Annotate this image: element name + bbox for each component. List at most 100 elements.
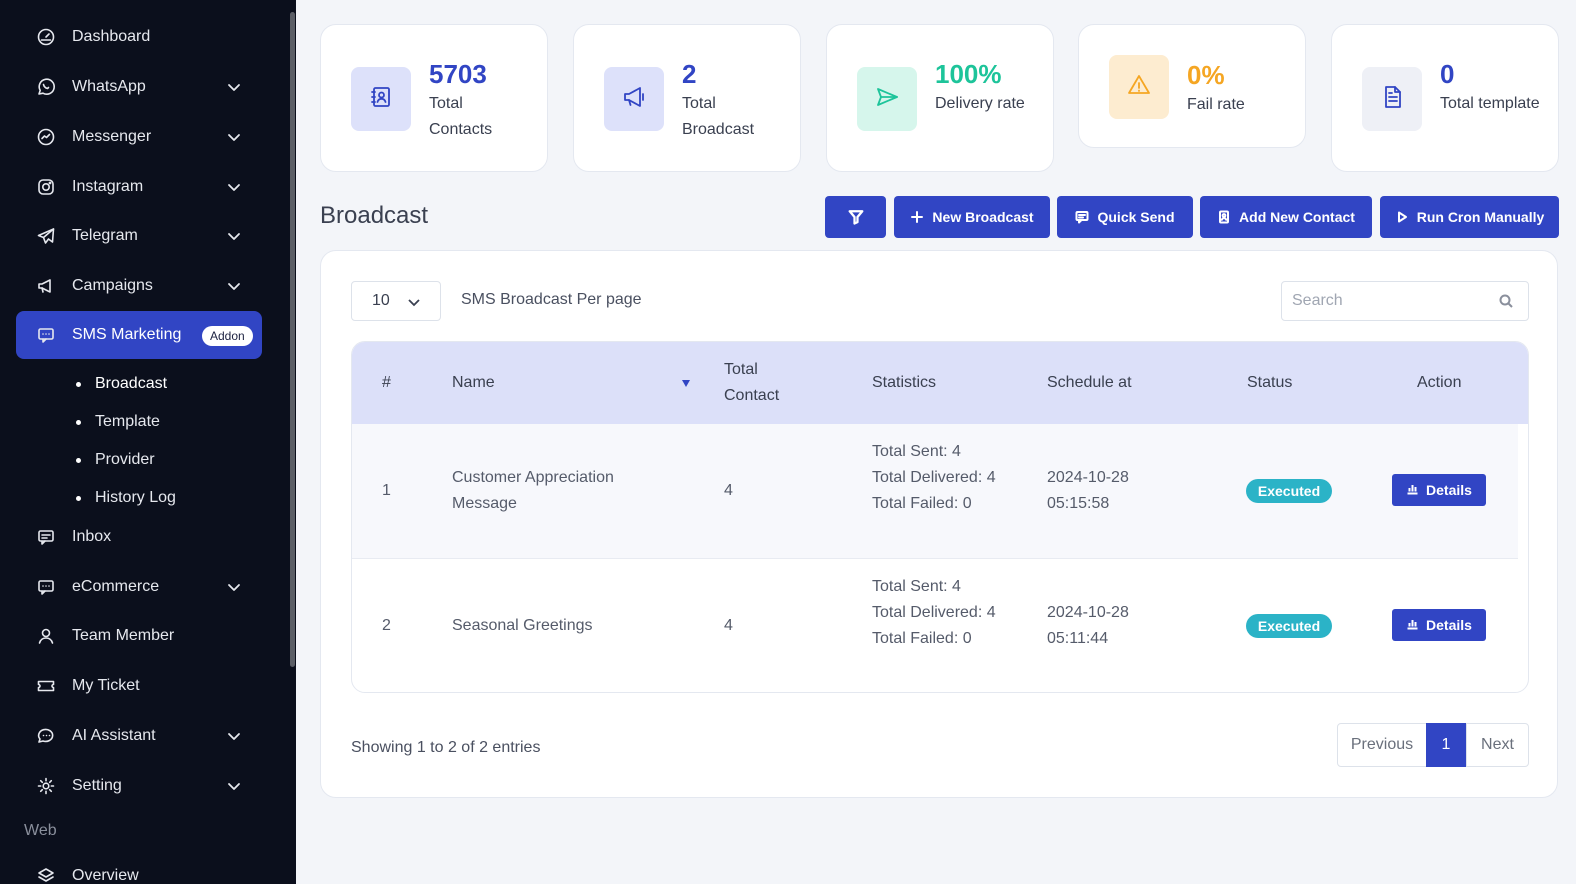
row-statistics: Total Sent: 4 Total Delivered: 4 Total F… — [872, 574, 1012, 652]
quick-send-button[interactable]: Quick Send — [1057, 196, 1193, 238]
plus-icon — [910, 210, 932, 224]
new-broadcast-button[interactable]: New Broadcast — [894, 196, 1050, 238]
megaphone-icon — [36, 276, 56, 296]
page-1-button[interactable]: 1 — [1426, 723, 1466, 767]
search-input[interactable] — [1281, 281, 1529, 321]
ai-chat-icon — [36, 726, 56, 746]
contact-book-icon — [1217, 210, 1239, 224]
warning-icon — [1125, 71, 1153, 104]
inbox-icon — [36, 527, 56, 547]
stat-sent: Total Sent: 4 — [872, 578, 961, 595]
chevron-down-icon — [226, 79, 242, 95]
per-page-label: SMS Broadcast Per page — [461, 291, 642, 308]
chevron-down-icon — [226, 728, 242, 744]
sidebar-subitem-broadcast[interactable]: Broadcast — [76, 375, 167, 393]
ecommerce-icon — [36, 577, 56, 597]
stat-card-delivery-rate: 100% Delivery rate — [826, 24, 1054, 172]
addon-badge: Addon — [202, 326, 253, 346]
chevron-down-icon — [226, 228, 242, 244]
stat-value: 0% — [1187, 60, 1225, 90]
chevron-down-icon — [226, 278, 242, 294]
stat-value: 100% — [935, 59, 1002, 89]
bullet-icon — [76, 419, 81, 425]
search-icon — [1499, 294, 1513, 308]
page-title: Broadcast — [320, 202, 429, 229]
column-header-status: Status — [1247, 374, 1293, 391]
sidebar: Dashboard WhatsApp Messenger Instagram T… — [0, 0, 296, 884]
sidebar-item-whatsapp[interactable]: WhatsApp — [16, 63, 262, 111]
stat-value: 5703 — [429, 59, 487, 89]
sidebar-item-setting[interactable]: Setting — [16, 762, 262, 810]
stat-icon-box — [857, 67, 917, 131]
user-icon — [36, 626, 56, 646]
sort-desc-icon[interactable] — [682, 380, 690, 387]
table-row: 2 Seasonal Greetings 4 Total Sent: 4 Tot… — [352, 558, 1518, 692]
column-header-name[interactable]: Name — [452, 370, 495, 396]
stat-icon-box — [351, 67, 411, 131]
column-header-statistics: Statistics — [872, 374, 937, 391]
details-button[interactable]: Details — [1392, 609, 1486, 641]
row-total-contact: 4 — [724, 482, 733, 499]
row-statistics: Total Sent: 4 Total Delivered: 4 Total F… — [872, 439, 1012, 517]
stat-sent: Total Sent: 4 — [872, 443, 961, 460]
filter-icon — [848, 209, 864, 225]
stat-delivered: Total Delivered: 4 — [872, 469, 996, 486]
chevron-down-icon — [226, 778, 242, 794]
column-header-schedule-at: Schedule at — [1047, 374, 1132, 391]
chevron-down-icon — [226, 179, 242, 195]
table-row: 1 Customer Appreciation Message 4 Total … — [352, 424, 1518, 558]
play-icon — [1395, 210, 1417, 224]
stat-failed: Total Failed: 0 — [872, 630, 972, 647]
bullet-icon — [76, 457, 81, 463]
sidebar-section-heading: Web — [24, 822, 57, 839]
sidebar-item-messenger[interactable]: Messenger — [16, 113, 262, 161]
sidebar-subitem-history-log[interactable]: History Log — [76, 489, 176, 507]
bar-chart-icon — [1406, 617, 1426, 633]
sidebar-item-campaigns[interactable]: Campaigns — [16, 262, 262, 310]
column-header-total-contact: Total Contact — [724, 361, 780, 404]
row-name: Seasonal Greetings — [452, 617, 593, 634]
stat-delivered: Total Delivered: 4 — [872, 604, 996, 621]
stat-failed: Total Failed: 0 — [872, 495, 972, 512]
stat-caption: Fail rate — [1187, 96, 1245, 113]
bar-chart-icon — [1406, 482, 1426, 498]
message-icon — [1075, 210, 1097, 224]
sidebar-scrollbar[interactable] — [290, 12, 295, 667]
sidebar-item-overview[interactable]: Overview — [16, 852, 262, 884]
sidebar-item-instagram[interactable]: Instagram — [16, 163, 262, 211]
sidebar-item-my-ticket[interactable]: My Ticket — [16, 662, 262, 710]
row-number: 2 — [382, 617, 391, 634]
sidebar-subitem-provider[interactable]: Provider — [76, 451, 155, 469]
next-page-button[interactable]: Next — [1466, 723, 1529, 767]
status-badge: Executed — [1246, 614, 1332, 638]
megaphone-icon — [620, 83, 648, 116]
details-button[interactable]: Details — [1392, 474, 1486, 506]
previous-page-button[interactable]: Previous — [1337, 723, 1427, 767]
sidebar-item-telegram[interactable]: Telegram — [16, 212, 262, 260]
row-schedule: 2024-10-28 05:15:58 — [1047, 469, 1129, 512]
gear-icon — [36, 776, 56, 796]
run-cron-manually-button[interactable]: Run Cron Manually — [1380, 196, 1559, 238]
sidebar-item-inbox[interactable]: Inbox — [16, 513, 262, 561]
stat-card-total-broadcast: 2 Total Broadcast — [573, 24, 801, 172]
sidebar-item-dashboard[interactable]: Dashboard — [16, 13, 262, 61]
telegram-icon — [36, 226, 56, 246]
sidebar-subitem-template[interactable]: Template — [76, 413, 160, 431]
send-icon — [873, 83, 901, 116]
sidebar-item-team-member[interactable]: Team Member — [16, 612, 262, 660]
per-page-select[interactable]: 10 — [351, 281, 441, 321]
stat-card-fail-rate: 0% Fail rate — [1078, 24, 1306, 148]
sidebar-item-ecommerce[interactable]: eCommerce — [16, 563, 262, 611]
sms-icon — [36, 325, 56, 345]
stat-value: 2 — [682, 59, 697, 89]
instagram-icon — [36, 177, 56, 197]
chevron-down-icon — [226, 129, 242, 145]
stat-card-total-template: 0 Total template — [1331, 24, 1559, 172]
stat-icon-box — [604, 67, 664, 131]
sidebar-item-sms-marketing[interactable]: SMS Marketing Addon — [16, 311, 262, 359]
filter-button[interactable] — [825, 196, 886, 238]
chevron-down-icon — [226, 579, 242, 595]
chevron-down-icon — [406, 294, 422, 310]
add-new-contact-button[interactable]: Add New Contact — [1200, 196, 1372, 238]
sidebar-item-ai-assistant[interactable]: AI Assistant — [16, 712, 262, 760]
